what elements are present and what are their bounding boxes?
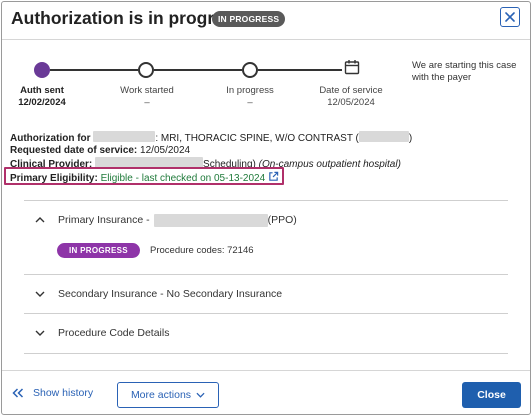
- requested-date-row: Requested date of service: 12/05/2024: [10, 144, 412, 157]
- authorization-info: Authorization for : MRI, THORACIC SPINE,…: [10, 131, 412, 171]
- step-label-auth-sent: Auth sent: [20, 85, 64, 96]
- accordion-divider: [24, 313, 508, 314]
- primary-insurance-status-badge: IN PROGRESS: [57, 243, 140, 258]
- close-icon-button[interactable]: [500, 7, 520, 27]
- chevron-down-icon: [30, 291, 50, 297]
- requested-date-label: Requested date of service:: [10, 145, 138, 157]
- redacted-block: [93, 131, 156, 142]
- authorization-dialog: Authorization is in progress IN PROGRESS…: [1, 1, 531, 415]
- dialog-title: Authorization is in progress: [11, 8, 244, 28]
- primary-insurance-suffix: (PPO): [267, 214, 297, 226]
- eligibility-row: Primary Eligibility: Eligible - last che…: [10, 171, 279, 184]
- step-label-date-of-service: Date of service: [319, 85, 383, 96]
- show-history-link[interactable]: Show history: [12, 387, 93, 399]
- redacted-block: [358, 131, 409, 142]
- more-actions-label: More actions: [130, 389, 192, 401]
- header-divider: [2, 39, 530, 40]
- accordion-divider: [24, 353, 508, 354]
- progress-stepper: Auth sent 12/02/2024 Work started – In p…: [2, 54, 402, 114]
- footer-divider: [2, 370, 530, 371]
- step-date-work-started: –: [144, 97, 150, 108]
- accordion-divider: [24, 274, 508, 275]
- accordion-divider: [24, 200, 508, 201]
- auth-for-tail: ): [408, 133, 413, 144]
- auth-for-row: Authorization for : MRI, THORACIC SPINE,…: [10, 131, 412, 144]
- step-date-in-progress: –: [247, 97, 253, 108]
- step-label-work-started: Work started: [120, 85, 174, 96]
- chevron-down-icon: [30, 330, 50, 336]
- dialog-header: Authorization is in progress IN PROGRESS: [2, 2, 530, 38]
- step-connector: [258, 69, 342, 71]
- status-badge: IN PROGRESS: [212, 11, 286, 27]
- external-link-icon[interactable]: [268, 171, 279, 182]
- procedure-code-details-label: Procedure Code Details: [58, 327, 170, 339]
- chevron-up-icon: [30, 217, 50, 223]
- primary-insurance-toggle[interactable]: Primary Insurance - (PPO): [24, 208, 508, 232]
- show-history-label: Show history: [33, 387, 94, 399]
- step-date-auth-sent: 12/02/2024: [18, 97, 66, 108]
- eligibility-status-link[interactable]: Eligible - last checked on 05-13-2024: [101, 173, 266, 184]
- circle-icon: [242, 62, 258, 78]
- filled-circle-icon: [34, 62, 50, 78]
- circle-icon: [138, 62, 154, 78]
- close-icon: [505, 12, 515, 22]
- stepper-side-note: We are starting this case with the payer: [412, 60, 517, 83]
- step-label-in-progress: In progress: [226, 85, 274, 96]
- requested-date-value: 12/05/2024: [140, 145, 191, 157]
- procedure-code-details-toggle[interactable]: Procedure Code Details: [24, 321, 508, 345]
- step-connector: [154, 69, 242, 71]
- secondary-insurance-label: Secondary Insurance - No Secondary Insur…: [58, 288, 283, 300]
- step-date-date-of-service: 12/05/2024: [327, 97, 375, 108]
- secondary-insurance-toggle[interactable]: Secondary Insurance - No Secondary Insur…: [24, 282, 508, 306]
- primary-insurance-label: Primary Insurance -: [58, 214, 150, 226]
- procedure-codes: Procedure codes: 72146: [150, 245, 254, 256]
- eligibility-label: Primary Eligibility:: [10, 173, 98, 184]
- step-connector: [50, 69, 138, 71]
- close-button[interactable]: Close: [462, 382, 521, 408]
- calendar-icon: [344, 60, 360, 75]
- auth-for-value: : MRI, THORACIC SPINE, W/O CONTRAST (: [155, 133, 359, 144]
- double-chevron-left-icon: [12, 388, 24, 398]
- more-actions-button[interactable]: More actions: [117, 382, 219, 408]
- redacted-block: [153, 213, 268, 227]
- chevron-down-icon: [196, 392, 205, 398]
- auth-for-label: Authorization for: [10, 133, 91, 144]
